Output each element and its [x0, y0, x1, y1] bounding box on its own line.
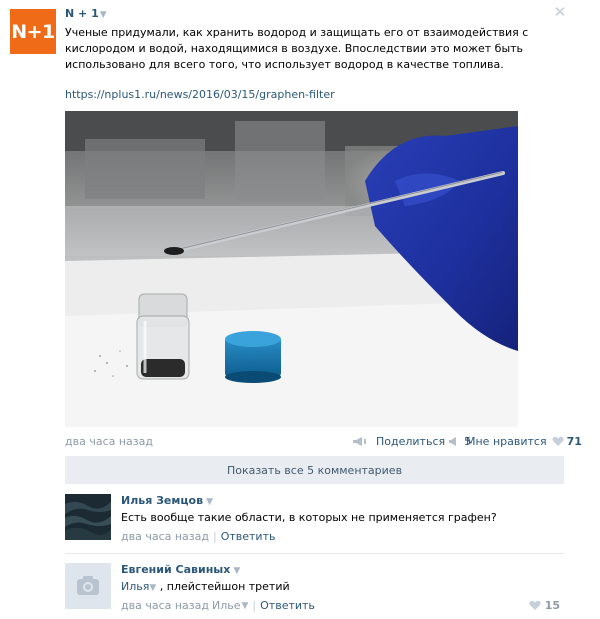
wall-post: N+1 N + 1▼ ✕ Ученые придумали, как храни… [0, 0, 600, 619]
chevron-down-icon[interactable]: ▼ [100, 10, 107, 20]
comment-author-name[interactable]: Евгений Савиных [121, 563, 230, 576]
comment-time[interactable]: два часа назад [121, 530, 209, 543]
meta-divider: | [212, 530, 217, 543]
avatar-logo-text: N+1 [11, 20, 55, 43]
comment-author[interactable]: Илья Земцов ▼ [121, 494, 213, 507]
comment-like-button[interactable]: 15 [529, 599, 560, 612]
avatar[interactable] [65, 494, 111, 540]
avatar[interactable] [65, 563, 111, 609]
post-link[interactable]: https://nplus1.ru/news/2016/03/15/graphe… [65, 88, 335, 101]
share-label: Поделиться [376, 435, 446, 448]
blue-cap [225, 331, 281, 383]
post-author[interactable]: N + 1▼ [65, 7, 107, 20]
megaphone-icon [449, 437, 457, 446]
camera-icon [65, 563, 111, 609]
heart-icon [552, 436, 564, 446]
comment-item: Илья Земцов ▼ Есть вообще такие области, … [65, 494, 564, 548]
comment-time[interactable]: два часа назад [121, 599, 209, 612]
like-button[interactable]: Мне нравится 71 [466, 435, 582, 448]
reply-button[interactable]: Ответить [221, 530, 276, 543]
post-text: Ученые придумали, как хранить водород и … [65, 26, 529, 71]
comment-body: , плейстейшон третий [159, 580, 290, 593]
chevron-down-icon[interactable]: ▼ [206, 497, 213, 507]
post-time[interactable]: два часа назад [65, 435, 153, 448]
post-photo[interactable] [65, 111, 518, 427]
reply-to-mention[interactable]: Илье [212, 599, 241, 612]
like-label: Мне нравится [466, 435, 547, 448]
post-author-name[interactable]: N + 1 [65, 7, 99, 20]
reply-button[interactable]: Ответить [260, 599, 315, 612]
comment-meta: два часа назад | Ответить [121, 530, 275, 543]
show-all-comments-button[interactable]: Показать все 5 комментариев [65, 456, 564, 484]
megaphone-icon [353, 437, 366, 446]
comment-mention[interactable]: Илья [121, 580, 149, 593]
comment-author[interactable]: Евгений Савиных ▼ [121, 563, 240, 576]
like-count: 71 [566, 435, 582, 448]
close-icon[interactable]: ✕ [553, 5, 567, 20]
heart-icon [529, 600, 541, 610]
comment-item: Евгений Савиных ▼ Илья▼ , плейстейшон тре… [65, 563, 564, 617]
comment-meta: два часа назад Илье ▼ | Ответить [121, 599, 315, 612]
meta-divider: | [252, 599, 257, 612]
comment-author-name[interactable]: Илья Земцов [121, 494, 203, 507]
chevron-down-icon[interactable]: ▼ [233, 566, 240, 576]
comment-like-count: 15 [544, 599, 560, 612]
comment-text: Есть вообще такие области, в которых не … [121, 511, 497, 524]
glass-vial [136, 293, 190, 380]
photo-lab-scene [65, 111, 518, 427]
post-avatar[interactable]: N+1 [10, 9, 56, 54]
share-button[interactable]: Поделиться 5 [352, 435, 471, 448]
comment-divider [65, 553, 564, 554]
chevron-down-icon[interactable]: ▼ [149, 583, 156, 593]
comment-text: Илья▼ , плейстейшон третий [121, 580, 290, 593]
chevron-down-icon[interactable]: ▼ [242, 601, 249, 611]
avatar-water-photo [65, 494, 111, 540]
